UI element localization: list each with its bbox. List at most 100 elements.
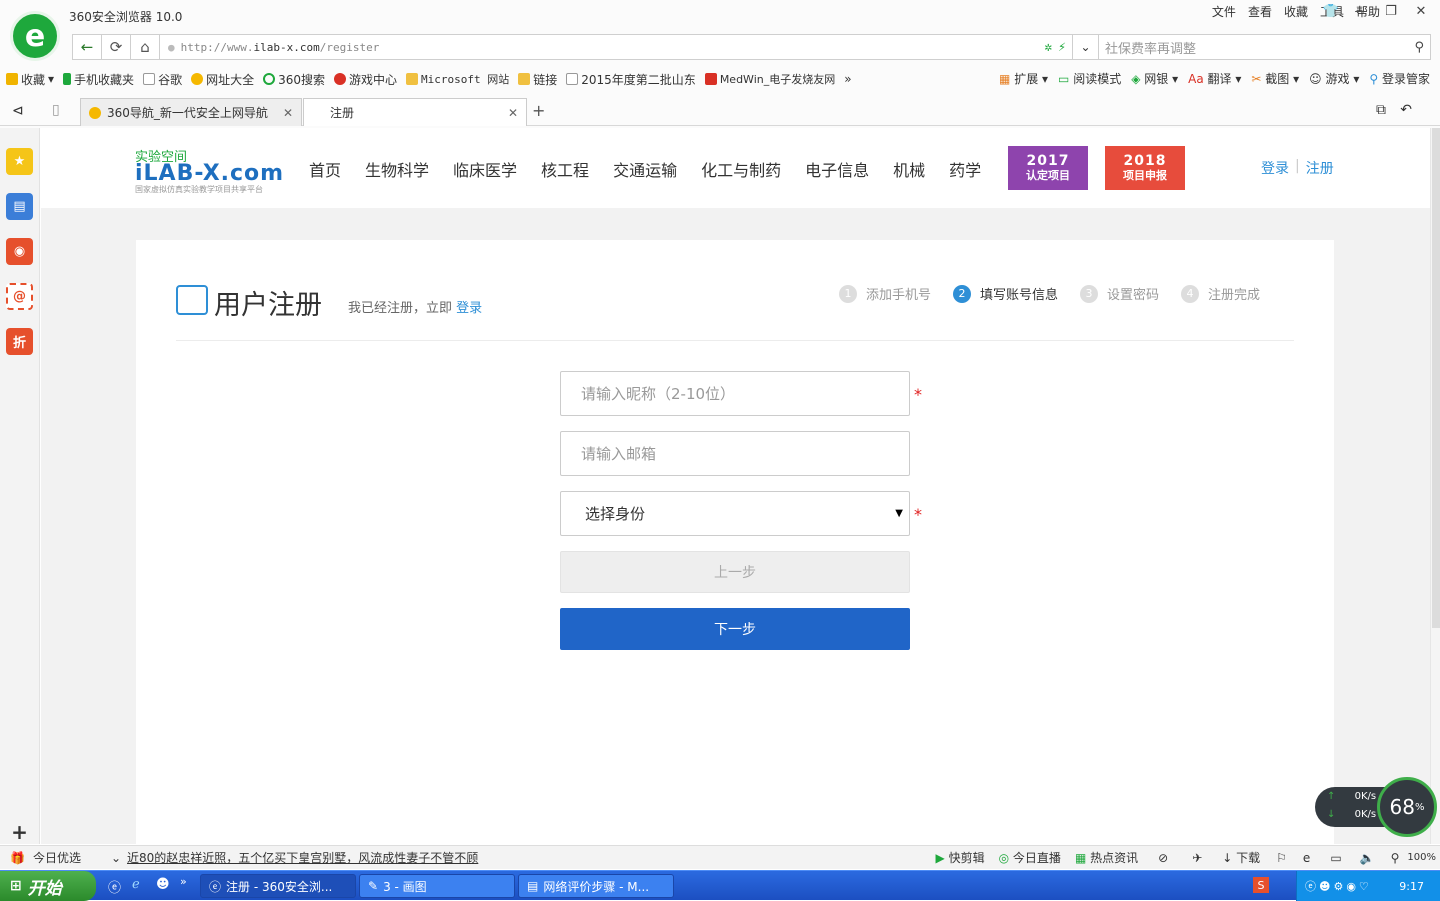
close-tab-icon[interactable]: ✕ <box>283 106 293 120</box>
favorites-item[interactable]: 手机收藏夹 <box>63 71 134 88</box>
nav-transportation[interactable]: 交通运输 <box>613 157 677 181</box>
zoom-level[interactable]: 100% <box>1407 852 1436 863</box>
today-pick[interactable]: 今日优选 <box>33 849 81 866</box>
favorites-item[interactable]: 谷歌 <box>143 71 182 88</box>
tab-360-nav[interactable]: 360导航_新一代安全上网导航 ✕ <box>80 98 302 126</box>
ie-icon[interactable]: e <box>1303 851 1310 865</box>
favorites-item[interactable]: MedWin_电子发烧友网 <box>704 71 835 87</box>
mail-icon[interactable]: @ <box>6 283 33 310</box>
memory-gauge[interactable]: 68% <box>1377 777 1437 837</box>
back-button[interactable]: ← <box>72 34 102 60</box>
menu-item-favorites[interactable]: 收藏 <box>1284 3 1308 20</box>
headline-link[interactable]: 近80的赵忠祥近照，五个亿买下皇宫别墅，风流成性妻子不管不顾 <box>127 849 478 866</box>
favorites-item[interactable]: 360搜索 <box>263 71 325 88</box>
reader-mode-button[interactable]: ▭ 阅读模式 <box>1058 70 1121 87</box>
quick-edit-button[interactable]: ▶ 快剪辑 <box>936 849 985 866</box>
extensions-button[interactable]: ▦ 扩展 ▾ <box>999 70 1048 87</box>
sidebar-toggle-icon[interactable]: ⊲ <box>12 103 24 119</box>
nav-bioscience[interactable]: 生物科学 <box>365 157 429 181</box>
input-method-icon[interactable]: S <box>1253 877 1269 893</box>
more-favorites-icon[interactable]: » <box>844 72 851 86</box>
banner-2017[interactable]: 2017 认定项目 <box>1008 146 1088 190</box>
pin-icon[interactable]: ✈ <box>1192 851 1202 865</box>
register-link[interactable]: 注册 <box>1306 158 1334 178</box>
new-tab-button[interactable]: + <box>532 101 545 120</box>
minimize-button[interactable]: — <box>1348 2 1374 20</box>
refresh-button[interactable]: ⟳ <box>101 34 131 60</box>
task-browser[interactable]: ⓔ 注册 - 360安全浏... <box>200 874 356 898</box>
start-button[interactable]: ⊞ 开始 <box>0 871 96 901</box>
favorites-item[interactable]: 2015年度第二批山东 <box>566 71 696 88</box>
weibo-icon[interactable]: ◉ <box>6 238 33 265</box>
quicklaunch-ie-icon[interactable]: ℯ <box>132 877 140 892</box>
chevron-down-icon[interactable]: ⌄ <box>111 851 121 865</box>
search-icon[interactable]: ⚲ <box>1414 40 1424 55</box>
screenshot-button[interactable]: ✂ 截图 ▾ <box>1251 70 1299 87</box>
speed-mode-icon[interactable]: ⚡ <box>1058 40 1066 55</box>
menu-item-view[interactable]: 查看 <box>1248 3 1272 20</box>
discount-icon[interactable]: 折 <box>6 328 33 355</box>
tab-list-icon[interactable]: ⧉ <box>1376 102 1386 118</box>
quicklaunch-360-icon[interactable]: ⓔ <box>108 877 121 896</box>
mobile-icon[interactable]: ▯ <box>52 102 60 118</box>
favorites-item[interactable]: 游戏中心 <box>334 71 397 88</box>
page-scrollbar[interactable] <box>1430 128 1440 844</box>
prev-step-button[interactable]: 上一步 <box>560 551 910 593</box>
live-button[interactable]: ◎ 今日直播 <box>999 849 1061 866</box>
tab-register[interactable]: 注册 ✕ <box>303 98 527 126</box>
next-step-button[interactable]: 下一步 <box>560 608 910 650</box>
news-icon[interactable]: ▤ <box>6 193 33 220</box>
nav-clinical-medicine[interactable]: 临床医学 <box>453 157 517 181</box>
volume-icon[interactable]: 🔈 <box>1360 851 1375 865</box>
favorites-item[interactable]: 网址大全 <box>191 71 254 88</box>
email-input[interactable]: 请输入邮箱 <box>560 431 910 476</box>
search-input[interactable]: 社保费率再调整 ⚲ <box>1099 34 1431 60</box>
banner-2018[interactable]: 2018 项目申报 <box>1105 146 1185 190</box>
home-button[interactable]: ⌂ <box>130 34 160 60</box>
window-icon[interactable]: ▭ <box>1330 851 1341 865</box>
close-button[interactable]: ✕ <box>1408 2 1434 20</box>
favorites-item[interactable]: Microsoft 网站 <box>406 71 509 87</box>
tray-icons[interactable]: ⓔ☻⚙◉♡ <box>1305 878 1372 894</box>
task-word[interactable]: ▤ 网络评价步骤 - M... <box>518 874 674 898</box>
menu-item-file[interactable]: 文件 <box>1212 3 1236 20</box>
undo-close-icon[interactable]: ↶ <box>1400 102 1412 118</box>
browser-logo-icon[interactable]: e <box>10 11 60 61</box>
task-paint[interactable]: ✎ 3 - 画图 <box>359 874 515 898</box>
games-button[interactable]: ☺ 游戏 ▾ <box>1309 70 1359 87</box>
nav-pharmacy[interactable]: 药学 <box>949 157 981 181</box>
favorites-item[interactable]: 链接 <box>518 71 557 88</box>
nav-electronics[interactable]: 电子信息 <box>805 157 869 181</box>
star-icon[interactable]: ★ <box>6 148 33 175</box>
flag-icon[interactable]: ⚐ <box>1276 851 1287 865</box>
site-logo[interactable]: 实验空间 iLAB-X.com 国家虚拟仿真实验教学项目共享平台 <box>135 146 284 195</box>
nickname-input[interactable]: 请输入昵称（2-10位） <box>560 371 910 416</box>
zoom-icon[interactable]: ⚲ <box>1391 851 1400 865</box>
scrollbar-thumb[interactable] <box>1432 128 1440 628</box>
add-icon[interactable]: + <box>6 818 33 845</box>
speed-widget[interactable]: ↑ 0K/s ↓ 0K/s 68% <box>1315 777 1437 837</box>
nav-mechanical[interactable]: 机械 <box>893 157 925 181</box>
close-tab-icon[interactable]: ✕ <box>508 106 518 120</box>
download-button[interactable]: ↓ 下载 <box>1222 849 1260 866</box>
password-manager-button[interactable]: ⚲ 登录管家 <box>1369 70 1430 87</box>
compat-mode-icon[interactable]: ✲ <box>1044 40 1052 55</box>
quicklaunch-more-icon[interactable]: » <box>180 875 187 888</box>
chevron-down-icon[interactable]: ⌄ <box>1073 34 1099 60</box>
address-bar[interactable]: ● http://www. ilab-x.com/register ✲ ⚡ <box>159 34 1073 60</box>
nav-home[interactable]: 首页 <box>309 157 341 181</box>
translate-button[interactable]: Aa 翻译 ▾ <box>1188 70 1241 87</box>
hot-news-button[interactable]: ▦ 热点资讯 <box>1075 849 1138 866</box>
nav-chemical-pharma[interactable]: 化工与制药 <box>701 157 781 181</box>
url-prefix: http://www. <box>180 40 254 54</box>
identity-select[interactable]: 选择身份 ▼ <box>560 491 910 536</box>
bank-button[interactable]: ◈ 网银 ▾ <box>1131 70 1178 87</box>
favorites-item[interactable]: 收藏 ▾ <box>6 71 54 88</box>
skin-icon[interactable]: 👕 <box>1318 2 1344 20</box>
login-link[interactable]: 登录 <box>1261 158 1289 178</box>
login-now-link[interactable]: 登录 <box>456 301 482 316</box>
nav-nuclear-engineering[interactable]: 核工程 <box>541 157 589 181</box>
quicklaunch-qq-icon[interactable]: ☻ <box>156 877 170 892</box>
accelerate-icon[interactable]: ⊘ <box>1158 851 1168 865</box>
maximize-button[interactable]: ❐ <box>1378 2 1404 20</box>
